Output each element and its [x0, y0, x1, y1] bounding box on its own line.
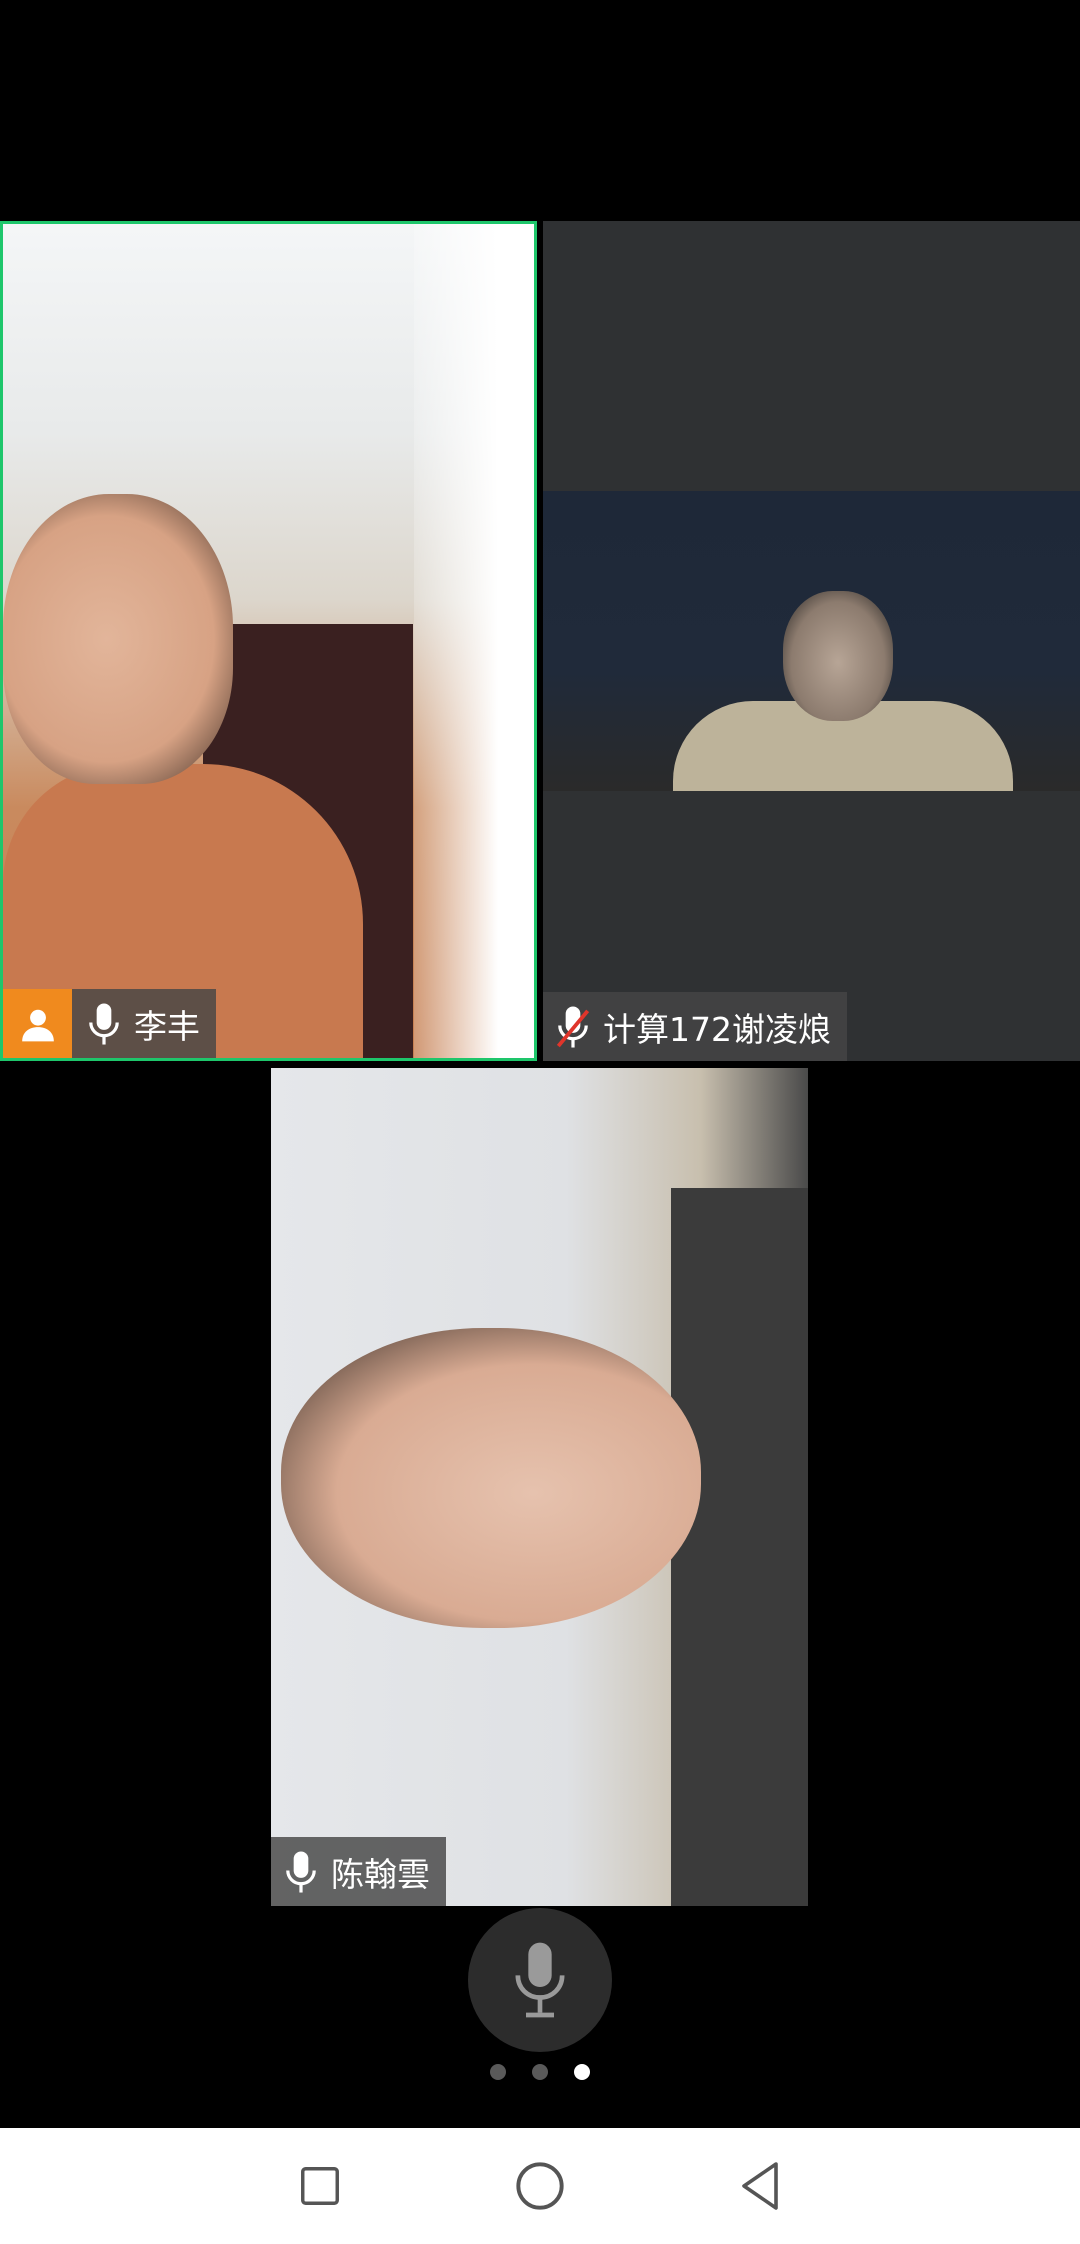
video-tile-participant[interactable]: 陈翰雲	[271, 1068, 808, 1906]
mute-toggle-button[interactable]	[468, 1908, 612, 2052]
home-button[interactable]	[510, 2156, 570, 2216]
page-indicator	[0, 2064, 1080, 2080]
video-background-window	[414, 224, 534, 1058]
home-circle-icon	[516, 2162, 564, 2210]
microphone-muted-icon	[556, 1005, 590, 1048]
video-participant-face	[281, 1328, 701, 1628]
participant-name-label: 计算172谢凌烺	[543, 992, 847, 1061]
microphone-icon	[515, 1942, 565, 2018]
video-tile-participant[interactable]: 计算172谢凌烺	[543, 221, 1080, 1061]
video-participant-body	[671, 1188, 808, 1906]
back-triangle-icon	[742, 2162, 778, 2210]
page-dot-active[interactable]	[574, 2064, 590, 2080]
video-participant-face	[783, 591, 893, 721]
participant-name: 陈翰雲	[331, 1854, 430, 1894]
microphone-icon	[89, 1002, 119, 1045]
video-feed	[543, 491, 1080, 791]
back-button[interactable]	[730, 2156, 790, 2216]
video-tile-host[interactable]: 李丰	[0, 221, 537, 1061]
video-participant-face	[3, 494, 233, 784]
recents-square-icon	[301, 2167, 339, 2205]
participant-name: 计算172谢凌烺	[603, 1009, 831, 1049]
participant-name-label: 李丰	[3, 989, 216, 1058]
microphone-icon	[286, 1850, 316, 1893]
meeting-screen: 李丰 计算172谢凌烺 陈翰雲	[0, 0, 1080, 2244]
page-dot[interactable]	[532, 2064, 548, 2080]
recents-button[interactable]	[290, 2156, 350, 2216]
participant-name-label: 陈翰雲	[271, 1837, 446, 1906]
system-navigation-bar	[0, 2128, 1080, 2244]
participant-name: 李丰	[134, 1006, 200, 1046]
page-dot[interactable]	[490, 2064, 506, 2080]
host-person-icon	[3, 989, 72, 1058]
